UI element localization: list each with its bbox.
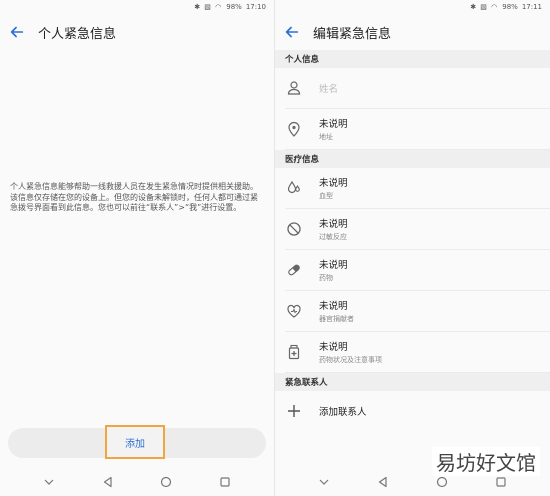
- plus-icon: [285, 402, 303, 420]
- battery-level: 98%: [502, 3, 518, 11]
- status-bar: ✱ ▧ ◠ 98% 17:11: [275, 0, 550, 14]
- recents-square-icon[interactable]: [219, 476, 231, 488]
- page-title: 个人紧急信息: [38, 26, 117, 42]
- back-triangle-icon[interactable]: [377, 476, 389, 488]
- home-circle-icon[interactable]: [160, 476, 172, 488]
- blood-type-row[interactable]: 未说明 血型: [285, 168, 550, 209]
- medication-row[interactable]: 未说明 药物: [285, 250, 550, 291]
- medication-label: 药物: [319, 274, 333, 282]
- organ-donor-value: 未说明: [319, 301, 348, 312]
- section-personal-info: 个人信息: [275, 50, 550, 68]
- allergy-value: 未说明: [319, 219, 348, 230]
- add-button[interactable]: 添加: [105, 425, 165, 459]
- chevron-down-icon[interactable]: [318, 476, 330, 488]
- section-emergency-contacts: 紧急联系人: [275, 373, 550, 391]
- nav-bar: [0, 468, 274, 496]
- medical-conditions-row[interactable]: 未说明 药物状况及注意事项: [285, 332, 550, 373]
- person-icon: [285, 79, 303, 97]
- back-arrow-icon[interactable]: [283, 23, 301, 41]
- section-medical-info: 医疗信息: [275, 150, 550, 168]
- blood-drop-icon: [285, 179, 303, 197]
- allergy-row[interactable]: 未说明 过敏反应: [285, 209, 550, 250]
- blood-type-value: 未说明: [319, 178, 348, 189]
- allergy-label: 过敏反应: [319, 233, 347, 241]
- left-screen: ✱ ▧ ◠ 98% 17:10 个人紧急信息 个人紧急信息能够帮助一线救援人员在…: [0, 0, 274, 496]
- page-title: 编辑紧急信息: [313, 26, 392, 42]
- home-circle-icon[interactable]: [436, 476, 448, 488]
- title-bar: 个人紧急信息: [0, 14, 274, 50]
- recents-square-icon[interactable]: [495, 476, 507, 488]
- organ-donor-row[interactable]: 未说明 器官捐献者: [285, 291, 550, 332]
- address-row[interactable]: 未说明 地址: [285, 109, 550, 150]
- title-bar: 编辑紧急信息: [275, 14, 550, 50]
- name-row[interactable]: 姓名: [285, 68, 550, 109]
- status-time: 17:10: [245, 3, 266, 11]
- watermark: 易坊好文馆: [432, 447, 540, 476]
- heart-icon: [285, 302, 303, 320]
- back-triangle-icon[interactable]: [102, 476, 114, 488]
- medical-conditions-label: 药物状况及注意事项: [319, 356, 382, 364]
- prohibited-icon: [285, 220, 303, 238]
- address-label: 地址: [319, 133, 333, 141]
- organ-donor-label: 器官捐献者: [319, 315, 354, 323]
- add-contact-row[interactable]: 添加联系人: [285, 391, 550, 431]
- status-icons: ✱ ▧ ◠: [470, 3, 499, 11]
- blood-type-label: 血型: [319, 192, 333, 200]
- name-field[interactable]: 姓名: [319, 81, 338, 95]
- location-pin-icon: [285, 120, 303, 138]
- status-time: 17:11: [521, 3, 542, 11]
- medication-value: 未说明: [319, 260, 348, 271]
- right-screen: ✱ ▧ ◠ 98% 17:11 编辑紧急信息 个人信息 姓名 未说明 地址 医疗…: [274, 0, 550, 496]
- pill-icon: [285, 261, 303, 279]
- chevron-down-icon[interactable]: [43, 476, 55, 488]
- back-arrow-icon[interactable]: [8, 23, 26, 41]
- address-value: 未说明: [319, 119, 348, 130]
- status-bar: ✱ ▧ ◠ 98% 17:10: [0, 0, 274, 14]
- medicine-bottle-icon: [285, 343, 303, 361]
- emergency-info-description: 个人紧急信息能够帮助一线救援人员在发生紧急情况时提供相关援助。该信息仅存储在您的…: [10, 182, 258, 212]
- medical-conditions-value: 未说明: [319, 342, 348, 353]
- battery-level: 98%: [226, 3, 242, 11]
- status-icons: ✱ ▧ ◠: [194, 3, 223, 11]
- add-contact-label: 添加联系人: [319, 407, 367, 418]
